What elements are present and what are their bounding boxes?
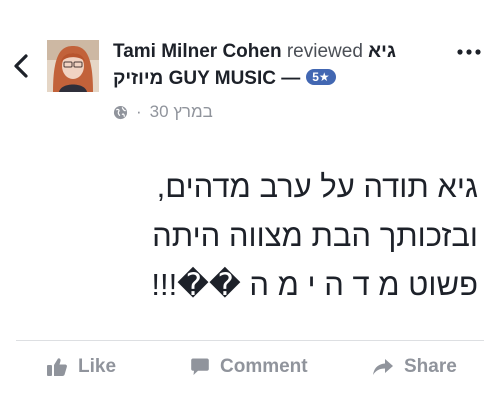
avatar[interactable] [47,40,99,92]
comment-bubble-icon [191,358,209,375]
review-line: גיא תודה על ערב מדהים, [156,169,478,204]
like-button[interactable]: Like [46,350,116,384]
post-date[interactable]: 30 במרץ [150,102,213,122]
back-button[interactable] [10,52,34,80]
page-name-part1[interactable]: גיא [368,41,396,62]
more-options-button[interactable] [456,44,482,55]
avatar-photo [47,40,99,92]
review-text: גיא תודה על ערב מדהים, ובזכותך הבת מצווה… [20,162,478,309]
share-arrow-icon [373,359,393,375]
more-dots-icon [457,49,481,55]
action-bar: Like Comment Share [0,350,500,384]
chevron-left-icon [14,54,28,78]
post-header: Tami Milner Cohen reviewed גיא מיוזיק GU… [113,38,448,92]
action-verb: reviewed [286,41,363,62]
comment-label: Comment [220,356,308,377]
globe-icon [113,105,128,119]
share-button[interactable]: Share [372,350,457,384]
review-line: פשוט מ ד ה י מ ה ��!!! [151,267,478,302]
rating-badge: 5★ [306,69,336,85]
comment-button[interactable]: Comment [190,350,308,384]
divider [16,340,484,341]
share-label: Share [404,356,457,377]
review-line: ובזכותך הבת מצווה היתה [152,218,478,253]
post-meta: · 30 במרץ [113,102,213,122]
thumbs-up-icon [47,358,67,376]
author-name[interactable]: Tami Milner Cohen [113,41,282,62]
like-label: Like [78,356,117,377]
page-name-part2[interactable]: מיוזיק GUY MUSIC — [113,68,300,89]
separator-dot: · [136,102,142,121]
